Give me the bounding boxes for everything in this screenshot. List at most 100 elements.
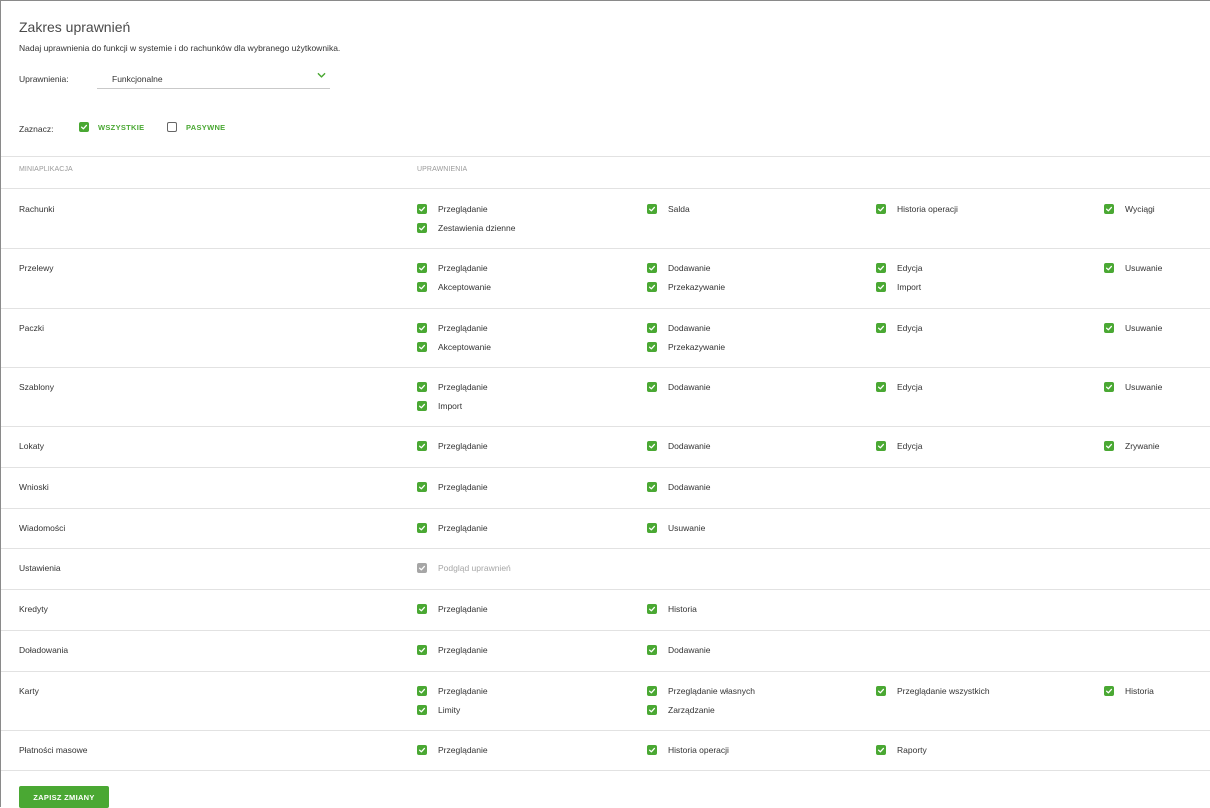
row-name: Płatności masowe — [19, 745, 88, 755]
permission-checkbox-item[interactable]: Usuwanie — [1104, 323, 1162, 333]
permission-checkbox-item[interactable]: Przeglądanie wszystkich — [876, 686, 990, 696]
permission-checkbox[interactable] — [417, 705, 427, 715]
permission-checkbox[interactable] — [417, 604, 427, 614]
permission-label: Wyciągi — [1125, 204, 1155, 214]
permission-checkbox[interactable] — [417, 523, 427, 533]
permission-checkbox-item[interactable]: Historia operacji — [647, 745, 729, 755]
permission-checkbox[interactable] — [647, 263, 657, 273]
permission-checkbox-item[interactable]: Przeglądanie — [417, 604, 488, 614]
permission-checkbox[interactable] — [417, 482, 427, 492]
permission-checkbox-item[interactable]: Dodawanie — [647, 645, 711, 655]
permission-checkbox-item[interactable]: Edycja — [876, 323, 923, 333]
permission-checkbox[interactable] — [647, 604, 657, 614]
permission-checkbox[interactable] — [647, 342, 657, 352]
permission-checkbox-item[interactable]: Przeglądanie — [417, 523, 488, 533]
permission-checkbox[interactable] — [647, 523, 657, 533]
mark-passive-option[interactable]: PASYWNE — [167, 122, 225, 132]
permission-checkbox-item[interactable]: Przekazywanie — [647, 342, 725, 352]
permission-checkbox-item[interactable]: Historia — [1104, 686, 1154, 696]
permission-checkbox[interactable] — [417, 204, 427, 214]
permission-checkbox[interactable] — [647, 282, 657, 292]
permission-checkbox[interactable] — [1104, 323, 1114, 333]
permission-checkbox-item[interactable]: Edycja — [876, 382, 923, 392]
permission-checkbox-item[interactable]: Przekazywanie — [647, 282, 725, 292]
permission-checkbox-item[interactable]: Historia — [647, 604, 697, 614]
permission-checkbox[interactable] — [1104, 441, 1114, 451]
permission-checkbox-item[interactable]: Edycja — [876, 263, 923, 273]
permission-checkbox[interactable] — [876, 204, 886, 214]
permission-checkbox[interactable] — [1104, 204, 1114, 214]
permission-checkbox[interactable] — [417, 223, 427, 233]
permission-label: Import — [897, 282, 922, 292]
permission-checkbox[interactable] — [647, 441, 657, 451]
permission-checkbox-item[interactable]: Przeglądanie — [417, 745, 488, 755]
permission-checkbox-item[interactable]: Zestawienia dzienne — [417, 223, 516, 233]
permission-checkbox-item[interactable]: Zrywanie — [1104, 441, 1159, 451]
permission-checkbox-item[interactable]: Raporty — [876, 745, 927, 755]
permission-checkbox[interactable] — [417, 441, 427, 451]
permission-checkbox-item[interactable]: Usuwanie — [1104, 382, 1162, 392]
permission-checkbox-item[interactable]: Dodawanie — [647, 382, 711, 392]
mark-all-option[interactable]: WSZYSTKIE — [79, 122, 144, 132]
permission-checkbox-item[interactable]: Historia operacji — [876, 204, 958, 214]
permission-checkbox-item[interactable]: Dodawanie — [647, 482, 711, 492]
permission-checkbox-item[interactable]: Zarządzanie — [647, 705, 715, 715]
permission-checkbox[interactable] — [876, 686, 886, 696]
permission-checkbox[interactable] — [876, 745, 886, 755]
permission-checkbox-item[interactable]: Przeglądanie — [417, 645, 488, 655]
permission-checkbox[interactable] — [417, 342, 427, 352]
permission-checkbox[interactable] — [647, 382, 657, 392]
permission-checkbox[interactable] — [647, 204, 657, 214]
permission-checkbox-item[interactable]: Import — [417, 401, 462, 411]
permission-checkbox-item[interactable]: Przeglądanie własnych — [647, 686, 755, 696]
permission-checkbox-item[interactable]: Przeglądanie — [417, 323, 488, 333]
permission-checkbox-item[interactable]: Przeglądanie — [417, 263, 488, 273]
permission-checkbox[interactable] — [1104, 263, 1114, 273]
permission-checkbox[interactable] — [1104, 686, 1114, 696]
permission-checkbox[interactable] — [647, 686, 657, 696]
permission-checkbox[interactable] — [876, 282, 886, 292]
permission-checkbox[interactable] — [647, 482, 657, 492]
permission-checkbox-item[interactable]: Usuwanie — [647, 523, 705, 533]
permission-checkbox[interactable] — [876, 323, 886, 333]
permission-checkbox[interactable] — [647, 323, 657, 333]
mark-all-checkbox[interactable] — [79, 122, 89, 132]
permission-checkbox-item[interactable]: Przeglądanie — [417, 686, 488, 696]
permission-checkbox[interactable] — [876, 382, 886, 392]
permission-checkbox-item[interactable]: Import — [876, 282, 921, 292]
row-divider — [1, 630, 1210, 631]
permission-checkbox[interactable] — [876, 263, 886, 273]
permission-checkbox-item[interactable]: Przeglądanie — [417, 204, 488, 214]
permission-checkbox[interactable] — [876, 441, 886, 451]
permission-checkbox-item[interactable]: Usuwanie — [1104, 263, 1162, 273]
permission-checkbox-item[interactable]: Dodawanie — [647, 323, 711, 333]
permission-checkbox-item[interactable]: Przeglądanie — [417, 441, 488, 451]
permission-checkbox-item[interactable]: Edycja — [876, 441, 923, 451]
permission-label: Edycja — [897, 263, 923, 273]
permission-checkbox-item[interactable]: Dodawanie — [647, 263, 711, 273]
permissions-select[interactable]: Funkcjonalne — [97, 65, 330, 89]
permission-checkbox[interactable] — [417, 323, 427, 333]
check-icon — [418, 403, 426, 409]
permission-checkbox-item[interactable]: Akceptowanie — [417, 342, 491, 352]
permission-checkbox-item[interactable]: Limity — [417, 705, 460, 715]
permission-checkbox[interactable] — [647, 705, 657, 715]
permission-checkbox[interactable] — [647, 645, 657, 655]
permission-checkbox-item[interactable]: Przeglądanie — [417, 382, 488, 392]
mark-passive-checkbox[interactable] — [167, 122, 177, 132]
permission-checkbox[interactable] — [647, 745, 657, 755]
permission-checkbox-item[interactable]: Salda — [647, 204, 690, 214]
permission-checkbox[interactable] — [417, 282, 427, 292]
save-changes-button[interactable]: ZAPISZ ZMIANY — [19, 786, 109, 808]
permission-checkbox[interactable] — [1104, 382, 1114, 392]
permission-checkbox-item[interactable]: Wyciągi — [1104, 204, 1155, 214]
permission-checkbox-item[interactable]: Akceptowanie — [417, 282, 491, 292]
permission-checkbox[interactable] — [417, 401, 427, 411]
permission-checkbox-item[interactable]: Dodawanie — [647, 441, 711, 451]
permission-checkbox[interactable] — [417, 263, 427, 273]
permission-checkbox[interactable] — [417, 686, 427, 696]
permission-checkbox-item[interactable]: Przeglądanie — [417, 482, 488, 492]
permission-checkbox[interactable] — [417, 382, 427, 392]
permission-checkbox[interactable] — [417, 645, 427, 655]
permission-checkbox[interactable] — [417, 745, 427, 755]
